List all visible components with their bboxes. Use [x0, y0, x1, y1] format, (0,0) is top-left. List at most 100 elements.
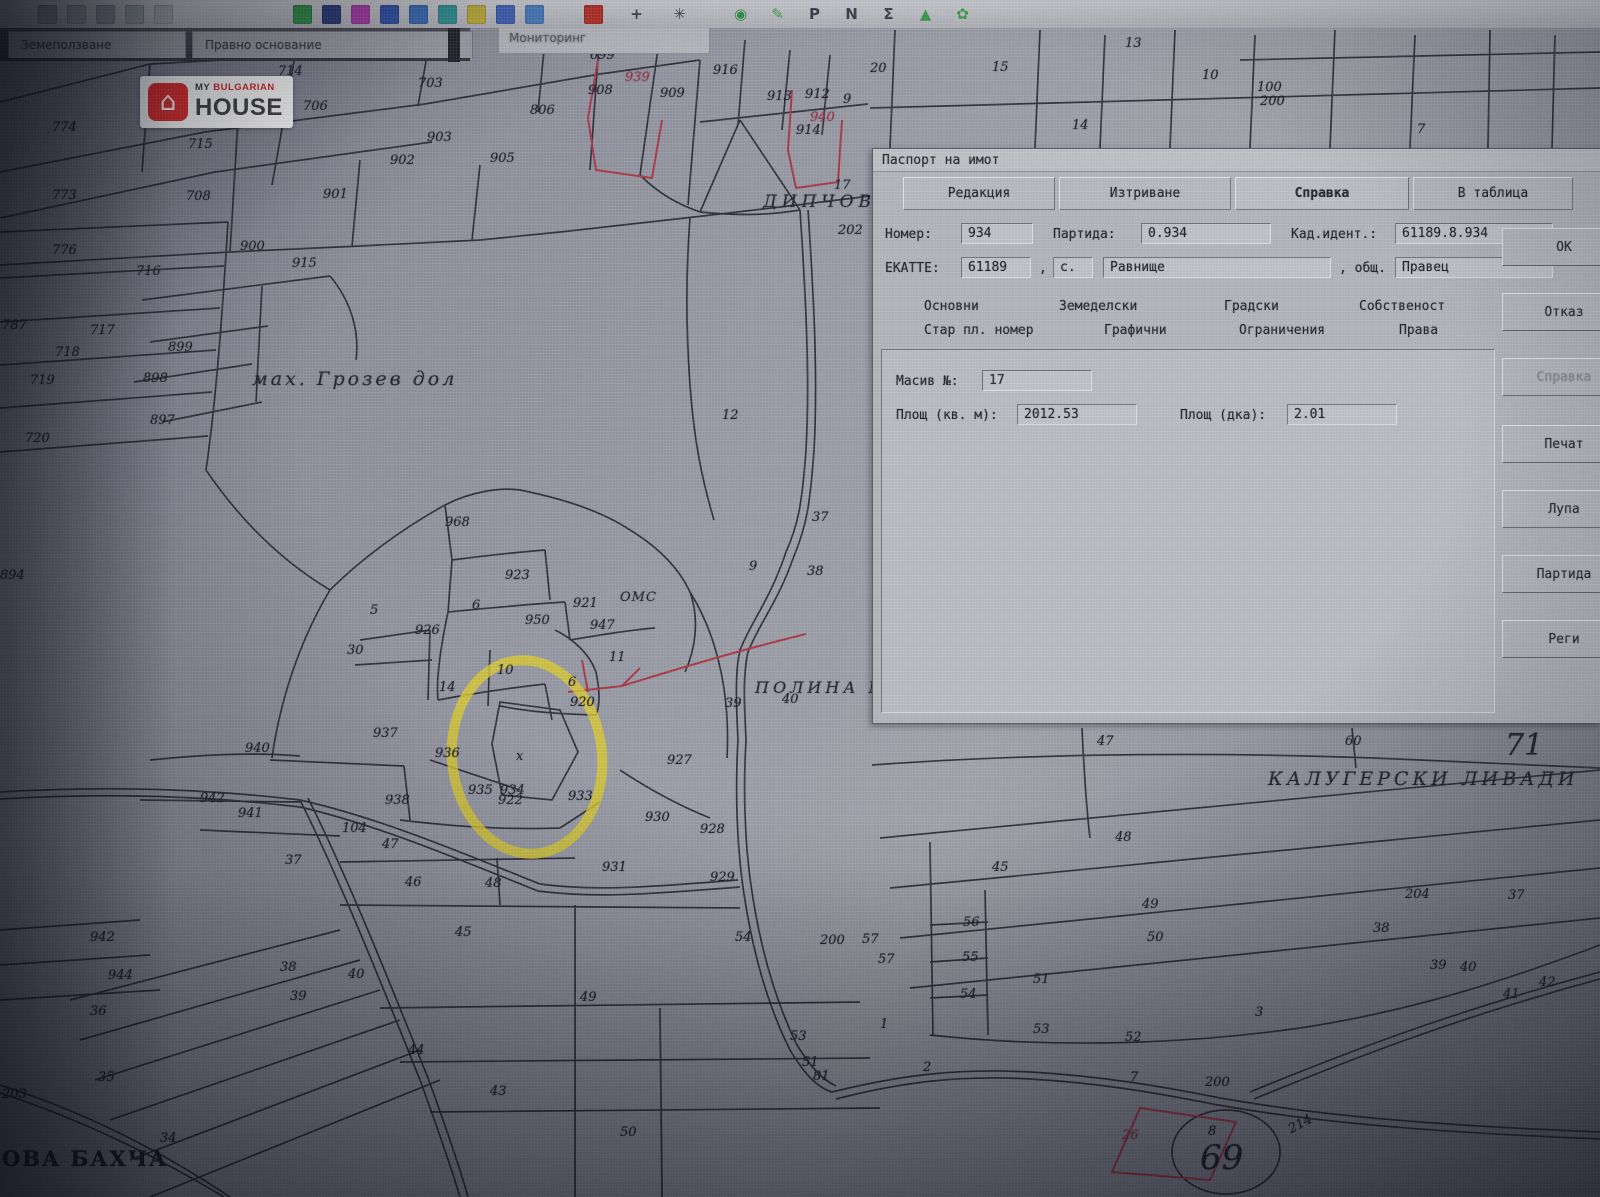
- toolbar: + ✳ ◉ ✎ PNΣ ▲ ✿: [0, 0, 1600, 28]
- parcel-label: 44: [408, 1043, 425, 1058]
- parcel-label: 36: [90, 1004, 107, 1019]
- selo-prefix-box[interactable]: с.: [1053, 257, 1093, 278]
- selo-field[interactable]: Равнище: [1103, 257, 1331, 278]
- parcel-label: 922: [498, 793, 523, 808]
- category-tab-Земеделски[interactable]: Земеделски: [1053, 297, 1143, 316]
- logo-my: MY: [195, 82, 210, 93]
- parcel-label: 2: [923, 1060, 931, 1075]
- side-button-Реги[interactable]: Реги: [1502, 620, 1600, 658]
- parcel-label: 1: [880, 1017, 888, 1032]
- parcel-label: 40: [348, 967, 365, 982]
- nomer-label: Номер:: [885, 227, 932, 242]
- layer-navy-icon[interactable]: [322, 5, 341, 24]
- layer-blue2-icon[interactable]: [409, 5, 428, 24]
- area-m2-field[interactable]: 2012.53: [1017, 404, 1137, 425]
- parcel-label: 776: [52, 243, 77, 258]
- layer-blue3-icon[interactable]: [496, 5, 515, 24]
- place-label-oms: ОМС: [620, 590, 657, 605]
- new-doc-icon[interactable]: [38, 5, 57, 24]
- side-button-ОК[interactable]: ОК: [1502, 228, 1600, 266]
- ekatte-field[interactable]: 61189: [961, 257, 1031, 278]
- layer-magenta-icon[interactable]: [351, 5, 370, 24]
- parcel-label: 806: [530, 103, 555, 118]
- parcel-label: 8: [1208, 1124, 1216, 1139]
- parcel-label: 7: [1130, 1070, 1138, 1085]
- side-button-Отказ[interactable]: Отказ: [1502, 293, 1600, 331]
- dialog-tab-Редакция[interactable]: Редакция: [903, 177, 1055, 210]
- nomer-field[interactable]: 934: [961, 223, 1033, 244]
- layer-yellow-icon[interactable]: [467, 5, 486, 24]
- letter-p-icon[interactable]: P: [805, 5, 824, 24]
- parcel-label: 43: [490, 1084, 507, 1099]
- dialog-title[interactable]: Паспорт на имот: [873, 149, 1600, 172]
- parcel-label: 39: [725, 696, 742, 711]
- parcel-label: 48: [485, 876, 502, 891]
- layer-teal-icon[interactable]: [438, 5, 457, 24]
- crosshair-icon[interactable]: +: [627, 5, 646, 24]
- area-dka-field[interactable]: 2.01: [1287, 404, 1397, 425]
- category-tab-Стар пл. номер[interactable]: Стар пл. номер: [918, 321, 1040, 340]
- category-tab-Собственост[interactable]: Собственост: [1353, 297, 1451, 316]
- parcel-label: 51: [802, 1055, 819, 1070]
- parcel-label: 47: [382, 837, 399, 852]
- parcel-label: 719: [30, 373, 55, 388]
- parcel-label: 939: [625, 70, 650, 85]
- masiv-label: Масив №:: [896, 374, 959, 389]
- layer-green-icon[interactable]: [293, 5, 312, 24]
- dialog-tab-В таблица[interactable]: В таблица: [1413, 177, 1573, 210]
- place-label-bahcha: ОВА БАХЧА: [2, 1146, 168, 1171]
- screen-photo: { "app_tabs":[ {"label":"Земеползване","…: [0, 0, 1600, 1197]
- side-button-Печат[interactable]: Печат: [1502, 425, 1600, 463]
- parcel-label: 908: [588, 83, 613, 98]
- parcel-label: 774: [52, 120, 77, 135]
- partida-field[interactable]: 0.934: [1141, 223, 1271, 244]
- masiv-field[interactable]: 17: [982, 370, 1092, 391]
- app-tab-0[interactable]: Земеползване: [8, 31, 186, 58]
- parcel-label: 38: [807, 564, 824, 579]
- app-tab-1[interactable]: Правно основание: [192, 31, 473, 58]
- dialog-tab-Изтриване[interactable]: Изтриване: [1059, 177, 1231, 210]
- parcel-label: 909: [660, 86, 685, 101]
- parcel-label: 52: [1125, 1030, 1142, 1045]
- pencil-icon[interactable]: ✎: [768, 5, 787, 24]
- side-button-Справка[interactable]: Справка: [1502, 358, 1600, 396]
- parcel-label: 53: [790, 1029, 807, 1044]
- parcel-label: 900: [240, 239, 265, 254]
- print-icon[interactable]: [125, 5, 144, 24]
- map-pin-icon[interactable]: ◉: [731, 5, 750, 24]
- category-tab-Градски[interactable]: Градски: [1218, 297, 1285, 316]
- parcel-label: 914: [796, 123, 821, 138]
- parcel-label: 716: [136, 264, 161, 279]
- parcel-label: 10: [497, 663, 514, 678]
- logo-bulgarian: BULGARIAN: [213, 82, 275, 93]
- stop-red-icon[interactable]: [584, 5, 603, 24]
- layer-blue4-icon[interactable]: [525, 5, 544, 24]
- category-tab-Права[interactable]: Права: [1393, 321, 1444, 340]
- place-label-polina: ПОЛИНА М: [755, 678, 889, 697]
- parcel-label: 51: [1033, 972, 1050, 987]
- category-tab-Основни[interactable]: Основни: [918, 297, 985, 316]
- save-icon[interactable]: [96, 5, 115, 24]
- parcel-label: 894: [0, 568, 25, 583]
- letter-sigma-icon[interactable]: Σ: [879, 5, 898, 24]
- side-button-Партида[interactable]: Партида: [1502, 555, 1600, 593]
- dialog-tab-Справка[interactable]: Справка: [1235, 177, 1409, 210]
- asterisk-icon[interactable]: ✳: [670, 5, 689, 24]
- open-folder-icon[interactable]: [67, 5, 86, 24]
- leaf-icon[interactable]: ✿: [953, 5, 972, 24]
- letter-n-icon[interactable]: N: [842, 5, 861, 24]
- place-label-kalu: КАЛУГЕРСКИ ЛИВАДИ: [1268, 768, 1579, 790]
- view-icon[interactable]: [154, 5, 173, 24]
- parcel-label: 902: [390, 153, 415, 168]
- category-tab-Ограничения[interactable]: Ограничения: [1233, 321, 1331, 340]
- parcel-label: 938: [385, 793, 410, 808]
- category-tab-Графични[interactable]: Графични: [1098, 321, 1173, 340]
- layer-blue-icon[interactable]: [380, 5, 399, 24]
- parcel-label: 81: [813, 1069, 830, 1084]
- parcel-label: 14: [1072, 118, 1089, 133]
- tree-icon[interactable]: ▲: [916, 5, 935, 24]
- parcel-label: 39: [1430, 958, 1447, 973]
- side-button-Лупа[interactable]: Лупа: [1502, 490, 1600, 528]
- parcel-label: 203: [2, 1087, 27, 1102]
- parcel-label: 35: [98, 1070, 115, 1085]
